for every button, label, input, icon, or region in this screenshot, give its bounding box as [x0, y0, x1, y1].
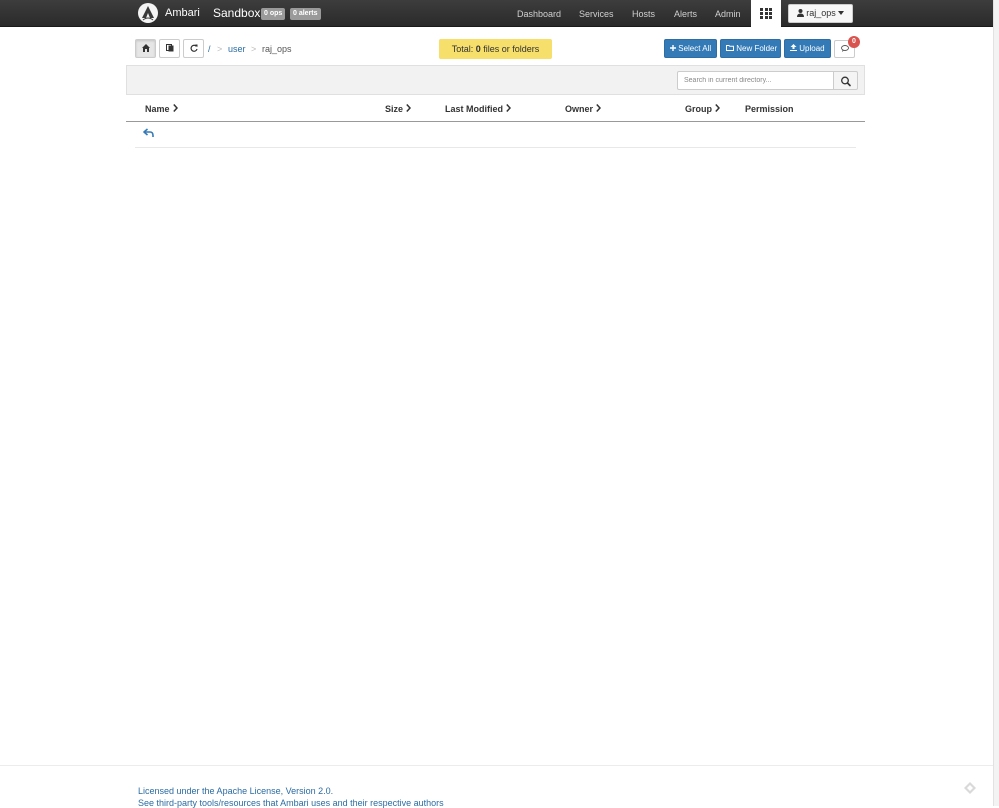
search-panel	[126, 65, 865, 95]
caret-down-icon	[838, 11, 845, 15]
table-header-divider	[126, 121, 865, 122]
column-header-last-modified[interactable]: Last Modified	[445, 104, 511, 114]
total-count: 0	[475, 44, 481, 54]
breadcrumb-user[interactable]: user	[228, 44, 246, 54]
chevron-right-icon	[596, 104, 602, 112]
nav-services[interactable]: Services	[579, 9, 614, 19]
home-icon	[141, 44, 150, 52]
breadcrumb-separator: >	[251, 44, 257, 54]
ambari-logo-icon[interactable]	[138, 3, 158, 23]
refresh-button[interactable]	[183, 39, 204, 58]
brand-name[interactable]: Ambari	[165, 7, 200, 19]
copy-path-button[interactable]	[159, 39, 180, 58]
breadcrumb-separator: >	[217, 44, 223, 54]
nav-dashboard[interactable]: Dashboard	[517, 9, 561, 19]
comment-icon	[840, 45, 849, 52]
search-input[interactable]	[677, 71, 834, 90]
grid-icon	[760, 8, 772, 19]
page-scrollbar[interactable]	[993, 0, 999, 806]
home-button[interactable]	[135, 39, 156, 58]
user-icon	[796, 9, 804, 17]
select-all-button[interactable]: Select All	[664, 39, 717, 58]
chevron-right-icon	[715, 104, 720, 112]
total-suffix: files or folders	[483, 44, 540, 54]
column-header-name[interactable]: Name	[145, 104, 178, 114]
views-menu-button[interactable]	[751, 0, 781, 27]
breadcrumb-current: raj_ops	[262, 44, 292, 54]
alerts-badge[interactable]: 0 alerts	[290, 8, 321, 20]
chevron-right-icon	[172, 104, 178, 112]
upload-button[interactable]: Upload	[784, 39, 831, 58]
folder-icon	[726, 45, 734, 51]
user-name: raj_ops	[806, 8, 836, 18]
nav-admin[interactable]: Admin	[715, 9, 741, 19]
footer-divider	[0, 765, 993, 766]
column-header-owner[interactable]: Owner	[565, 104, 602, 114]
nav-hosts[interactable]: Hosts	[632, 9, 655, 19]
footer-logo-icon	[964, 782, 976, 794]
top-navbar: Ambari Sandbox 0 ops 0 alerts Dashboard …	[0, 0, 993, 27]
new-folder-button[interactable]: New Folder	[720, 39, 781, 58]
total-prefix: Total:	[451, 44, 474, 54]
column-header-size[interactable]: Size	[385, 104, 412, 114]
column-header-group[interactable]: Group	[685, 104, 720, 114]
column-header-permission[interactable]: Permission	[745, 104, 794, 114]
total-files-banner: Total: 0 files or folders	[439, 39, 552, 59]
ops-badge[interactable]: 0 ops	[261, 8, 286, 20]
user-menu-dropdown[interactable]: raj_ops	[788, 4, 853, 23]
search-button[interactable]	[834, 71, 858, 90]
cluster-name[interactable]: Sandbox	[213, 6, 260, 20]
chevron-right-icon	[406, 104, 412, 112]
refresh-icon	[190, 44, 198, 52]
plus-icon	[670, 45, 676, 51]
search-icon	[841, 76, 851, 87]
notifications-count-badge: 0	[848, 36, 860, 48]
upload-icon	[790, 44, 797, 51]
table-row-divider	[135, 147, 856, 148]
nav-alerts[interactable]: Alerts	[674, 9, 697, 19]
parent-directory-icon[interactable]	[143, 128, 155, 138]
third-party-link[interactable]: See third-party tools/resources that Amb…	[138, 798, 444, 808]
copy-icon	[165, 44, 173, 52]
license-link[interactable]: Licensed under the Apache License, Versi…	[138, 786, 333, 796]
chevron-right-icon	[506, 104, 511, 112]
breadcrumb-root[interactable]: /	[208, 44, 211, 54]
